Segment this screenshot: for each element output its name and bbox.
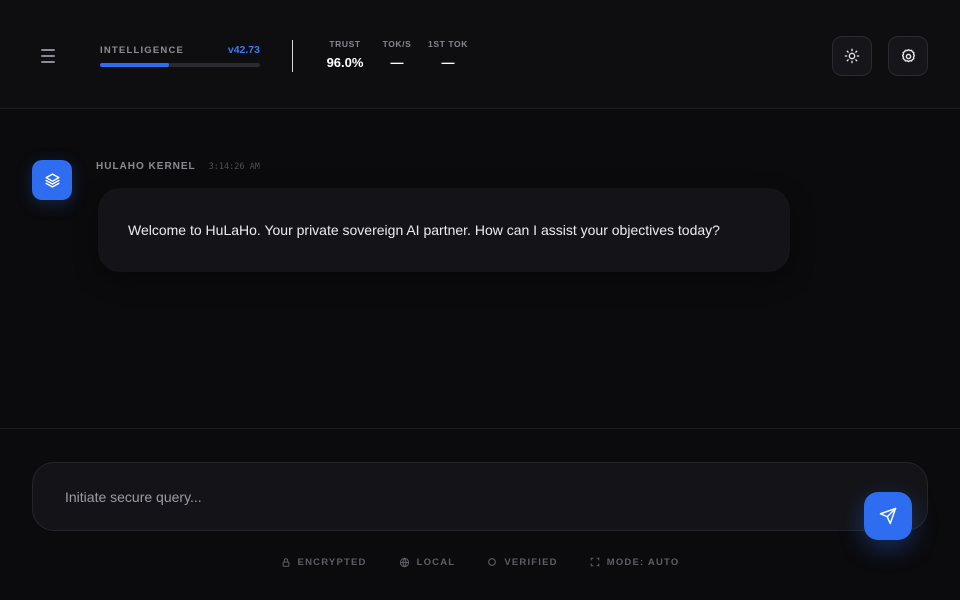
composer-area: ENCRYPTED LOCAL VERIFIED MODE: AUTO — [0, 428, 960, 600]
stat-tok-per-sec: TOK/S — — [380, 39, 414, 70]
query-input[interactable] — [65, 463, 865, 530]
layers-icon — [44, 172, 60, 188]
theme-toggle-button[interactable] — [832, 36, 872, 76]
stat-label: 1ST TOK — [428, 39, 468, 49]
globe-icon — [399, 557, 409, 567]
top-header: INTELLIGENCE v42.73 TRUST 96.0% TOK/S — … — [0, 0, 960, 109]
message-sender: HULAHO KERNEL — [96, 161, 196, 172]
message-bubble: Welcome to HuLaHo. Your private sovereig… — [98, 188, 790, 272]
expand-icon — [590, 557, 600, 567]
message-timestamp: 3:14:26 AM — [208, 162, 260, 172]
send-button[interactable] — [864, 492, 912, 540]
footer-item-local: LOCAL — [399, 557, 456, 568]
kernel-avatar — [32, 160, 72, 200]
stat-value: — — [441, 55, 455, 70]
query-input-container — [32, 462, 928, 531]
stat-value: — — [390, 55, 404, 70]
intelligence-progress-bar — [100, 63, 260, 67]
intelligence-meter: INTELLIGENCE v42.73 — [100, 44, 260, 67]
header-divider — [292, 40, 293, 72]
stat-value: 96.0% — [326, 55, 364, 70]
message-meta: HULAHO KERNEL 3:14:26 AM — [96, 161, 260, 172]
intelligence-progress-fill — [100, 63, 169, 67]
chat-area: HULAHO KERNEL 3:14:26 AM Welcome to HuLa… — [0, 110, 960, 428]
intelligence-version: v42.73 — [227, 44, 260, 56]
stat-first-token: 1ST TOK — — [426, 39, 470, 70]
gear-icon — [901, 48, 915, 62]
footer-item-mode: MODE: AUTO — [590, 557, 680, 568]
message-text: Welcome to HuLaHo. Your private sovereig… — [128, 222, 720, 238]
intelligence-label: INTELLIGENCE — [100, 45, 185, 56]
hamburger-menu-icon[interactable] — [40, 48, 58, 64]
stat-label: TOK/S — [382, 39, 412, 49]
footer-label: LOCAL — [416, 556, 456, 568]
status-footer: ENCRYPTED LOCAL VERIFIED MODE: AUTO — [0, 554, 960, 570]
footer-label: VERIFIED — [504, 556, 558, 568]
circle-icon — [488, 558, 497, 566]
footer-label: ENCRYPTED — [297, 556, 367, 568]
lock-icon — [282, 557, 289, 567]
paper-plane-icon — [879, 507, 897, 525]
footer-item-encrypted: ENCRYPTED — [281, 557, 367, 568]
footer-label: MODE: AUTO — [606, 556, 680, 568]
stat-label: TRUST — [329, 39, 361, 49]
settings-button[interactable] — [888, 36, 928, 76]
footer-item-verified: VERIFIED — [487, 557, 557, 568]
stat-trust: TRUST 96.0% — [326, 39, 364, 70]
sun-icon — [844, 48, 860, 64]
